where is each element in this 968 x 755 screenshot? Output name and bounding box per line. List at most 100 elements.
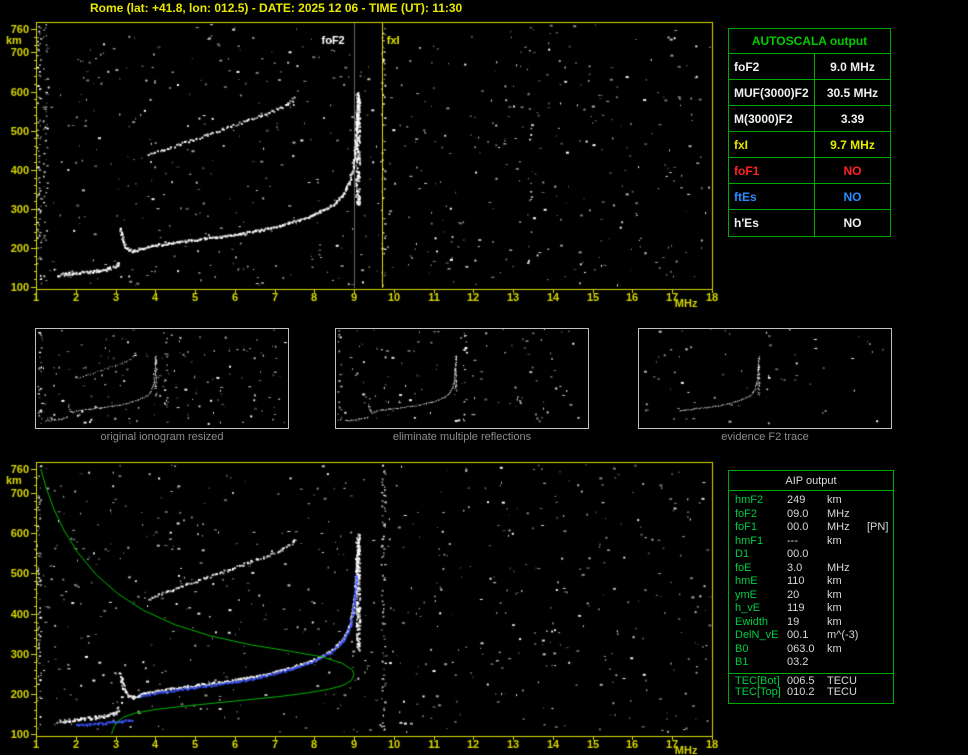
aip-row-label: TEC[Top] [735, 686, 781, 698]
autoscala-row-label: ftEs [729, 184, 815, 209]
aip-row-value: 119 [787, 602, 805, 614]
aip-row-label: Ewidth [735, 615, 769, 628]
aip-row-unit [827, 656, 867, 670]
autoscala-row: ftEs NO [729, 184, 890, 210]
aip-row-unit: km [827, 588, 842, 601]
aip-row: ymE 20 km [729, 589, 893, 603]
aip-row-label: B0 [735, 642, 749, 655]
aip-row-extra [867, 535, 893, 549]
aip-row: D1 00.0 [729, 548, 893, 562]
aip-row-label: D1 [735, 548, 750, 560]
autoscala-row-label: foF1 [729, 158, 815, 183]
aip-row-unit: km [827, 615, 842, 628]
aip-table-title: AIP output [729, 471, 893, 491]
panel-eliminate-reflections [335, 328, 589, 429]
aip-row-label: hmF2 [735, 494, 764, 506]
aip-row-unit: MHz [827, 521, 850, 533]
aip-row-value: 00.0 [787, 548, 809, 560]
aip-row-unit [827, 548, 867, 562]
aip-row: B1 03.2 [729, 656, 893, 670]
aip-row-unit: km [827, 494, 842, 506]
aip-row-label: h_vE [735, 602, 761, 614]
autoscala-row-label: h'Es [729, 210, 815, 236]
aip-row-extra [867, 589, 893, 603]
aip-row-extra [867, 575, 893, 589]
autoscala-row-value: 9.0 MHz [830, 60, 875, 74]
ionogram-top-chart [0, 16, 724, 314]
panel-original-ionogram [35, 328, 289, 429]
aip-output-table: AIP output hmF2 249 km foF2 09.0 MHz foF1 00.0 M… [728, 470, 894, 704]
aip-row-label: hmE [735, 575, 758, 587]
aip-row-extra [867, 508, 893, 522]
aip-row: foF2 09.0 MHz [729, 508, 893, 522]
aip-row-extra [867, 675, 893, 687]
autoscala-row-value: NO [843, 190, 862, 204]
aip-row: TEC[Bot] 006.5 TECU [729, 672, 893, 687]
aip-row-value: --- [787, 534, 798, 547]
autoscala-row-value: NO [843, 216, 862, 230]
autoscala-row-value: NO [843, 164, 862, 178]
aip-row: Ewidth 19 km [729, 616, 893, 630]
aip-row-value: 249 [787, 494, 806, 506]
aip-row-unit: km [827, 602, 842, 614]
aip-row-unit: TECU [827, 686, 857, 698]
aip-row: DelN_vE 00.1 m^(-3) [729, 629, 893, 643]
aip-row-value: 00.1 [787, 629, 809, 641]
aip-row-value: 20 [787, 588, 800, 601]
aip-row-value: 110 [787, 575, 805, 587]
aip-row-label: foE [735, 561, 752, 574]
aip-row-value: 063.0 [787, 642, 815, 655]
autoscala-screen: Rome (lat: +41.8, lon: 012.5) - DATE: 20… [0, 0, 968, 755]
aip-row-unit: m^(-3) [827, 629, 859, 641]
aip-row-unit: MHz [827, 507, 850, 520]
aip-row-label: foF2 [735, 507, 758, 520]
panel-caption: evidence F2 trace [721, 431, 809, 443]
autoscala-output-table: AUTOSCALA output foF2 9.0 MHz MUF(3000)F2 3… [728, 28, 891, 237]
aip-row-label: DelN_vE [735, 629, 779, 641]
aip-row: foE 3.0 MHz [729, 562, 893, 576]
aip-row-unit: TECU [827, 674, 857, 687]
aip-row-extra [867, 562, 893, 576]
aip-row: B0 063.0 km [729, 643, 893, 657]
autoscala-row: foF2 9.0 MHz [729, 54, 890, 80]
aip-row-label: B1 [735, 656, 749, 668]
ionogram-bottom-chart [0, 456, 724, 755]
aip-row-label: ymE [735, 588, 757, 601]
aip-row: TEC[Top] 010.2 TECU [729, 686, 893, 700]
aip-row-extra [867, 656, 893, 670]
aip-row-value: 010.2 [787, 686, 815, 698]
aip-row-extra [867, 494, 893, 508]
aip-row-unit: km [827, 534, 842, 547]
panel-evidence-f2-trace [638, 328, 892, 429]
aip-row-value: 006.5 [787, 674, 815, 687]
aip-row-label: TEC[Bot] [735, 674, 780, 687]
aip-row-unit: km [827, 575, 842, 587]
autoscala-row: h'Es NO [729, 210, 890, 236]
aip-row-extra [867, 616, 893, 630]
aip-row-extra: [PN] [867, 521, 889, 533]
aip-row-extra [867, 548, 893, 562]
autoscala-row-value: 30.5 MHz [826, 86, 879, 100]
page-title: Rome (lat: +41.8, lon: 012.5) - DATE: 20… [90, 1, 463, 15]
autoscala-row: fxI 9.7 MHz [729, 132, 890, 158]
aip-row-extra [867, 643, 893, 657]
panel-caption: eliminate multiple reflections [392, 431, 532, 443]
aip-row: hmF1 --- km [729, 535, 893, 549]
aip-row-label: foF1 [735, 521, 758, 533]
aip-row-value: 03.2 [787, 656, 809, 668]
panel-caption: original ionogram resized [100, 431, 224, 443]
autoscala-row-value: 9.7 MHz [830, 138, 875, 152]
aip-row-value: 09.0 [787, 507, 809, 520]
autoscala-row-label: M(3000)F2 [729, 106, 815, 131]
aip-row-extra [867, 629, 893, 643]
autoscala-row-label: fxI [729, 132, 815, 157]
autoscala-row: M(3000)F2 3.39 [729, 106, 890, 132]
aip-row-label: hmF1 [735, 534, 764, 547]
aip-row-value: 00.0 [787, 521, 809, 533]
autoscala-table-title: AUTOSCALA output [729, 29, 890, 54]
aip-row: h_vE 119 km [729, 602, 893, 616]
aip-row-unit: MHz [827, 561, 850, 574]
aip-row-unit: km [827, 642, 842, 655]
aip-row: foF1 00.0 MHz [PN] [729, 521, 893, 535]
autoscala-row-label: MUF(3000)F2 [729, 80, 815, 105]
